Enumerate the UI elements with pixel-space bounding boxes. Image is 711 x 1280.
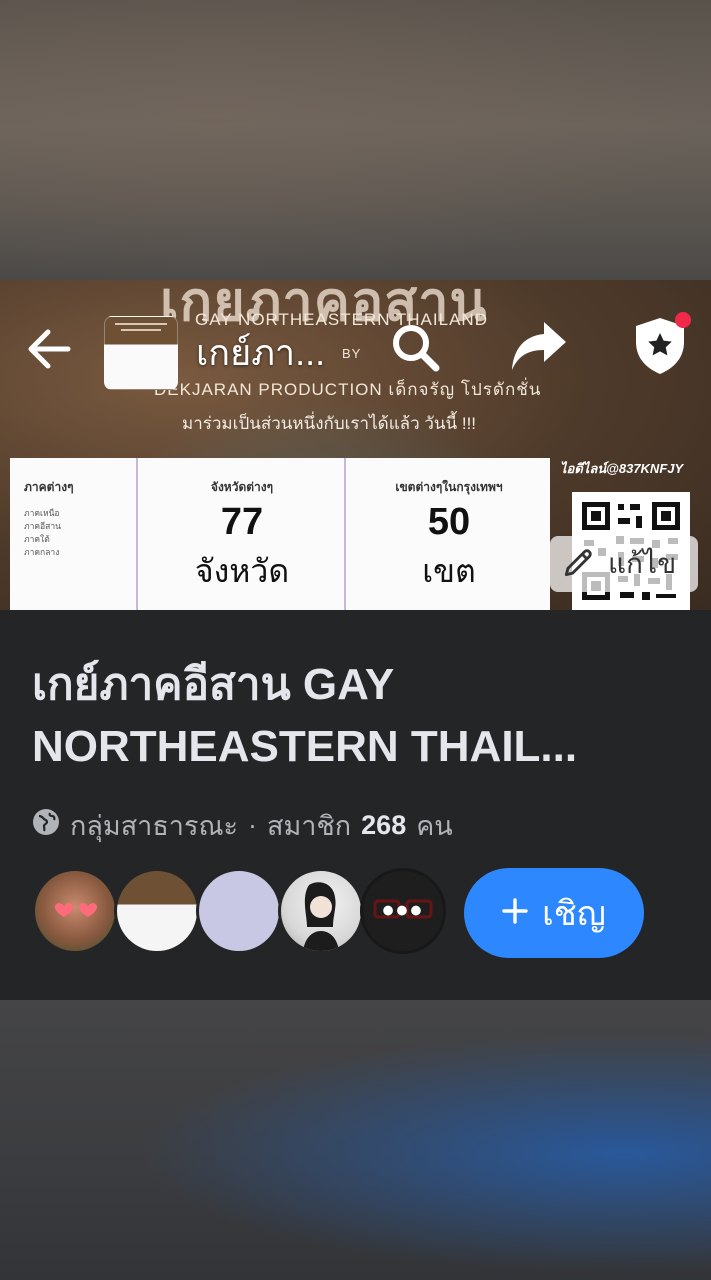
group-meta: กลุ่มสาธารณะ · สมาชิก 268 คน [32, 804, 453, 847]
avatar[interactable] [278, 868, 364, 954]
privacy-label: กลุ่มสาธารณะ [70, 811, 239, 841]
regions-list: ภาคเหนือ ภาคอีสาน ภาคใต้ ภาคกลาง [24, 507, 136, 559]
members-label[interactable]: สมาชิก [267, 804, 351, 847]
separator-dot: · [248, 810, 258, 840]
avatar[interactable] [114, 868, 200, 954]
cover-info-bar: ภาคต่างๆ ภาคเหนือ ภาคอีสาน ภาคใต้ ภาคกลา… [10, 458, 550, 610]
districts-column: เขตต่างๆในกรุงเทพฯ 50 เขต [344, 458, 552, 610]
member-avatars-row: ••• เชิญ [32, 868, 672, 958]
more-members-button[interactable]: ••• [360, 868, 446, 954]
group-info-panel: เกย์ภาคอีสาน GAY NORTHEASTERN THAIL... ก… [0, 610, 711, 1000]
districts-number: 50 [427, 501, 471, 543]
group-thumbnail[interactable] [104, 316, 178, 390]
invite-label: เชิญ [542, 895, 606, 933]
top-navigation-bar: เกย์ภา... [0, 280, 711, 410]
group-name: เกย์ภาคอีสาน GAY NORTHEASTERN THAIL... [32, 660, 578, 771]
provinces-unit: จังหวัด [194, 553, 290, 589]
provinces-column: จังหวัดต่างๆ 77 จังหวัด [136, 458, 346, 610]
share-icon [512, 322, 566, 370]
regions-column: ภาคต่างๆ ภาคเหนือ ภาคอีสาน ภาคใต้ ภาคกลา… [10, 458, 136, 610]
cover-tagline: มาร่วมเป็นส่วนหนึ่งกับเราได้แล้ว วันนี้ … [182, 414, 477, 433]
members-unit: คน [416, 811, 453, 841]
avatar[interactable] [196, 868, 282, 954]
search-button[interactable] [388, 320, 444, 376]
thumbnail-detail [121, 329, 161, 331]
thumbnail-detail [115, 323, 167, 325]
districts-unit: เขต [422, 553, 476, 589]
edit-cover-label: แก้ไข [608, 548, 677, 579]
edit-cover-button[interactable]: แก้ไข [550, 536, 698, 592]
plus-icon [502, 894, 528, 933]
invite-button[interactable]: เชิญ [464, 868, 644, 958]
region-item: ภาคใต้ [24, 534, 50, 544]
pencil-icon [560, 543, 598, 586]
globe-icon [32, 808, 60, 843]
regions-title: ภาคต่างๆ [24, 480, 74, 494]
arrow-left-icon [28, 329, 71, 369]
search-icon [393, 325, 440, 372]
region-item: ภาคอีสาน [24, 521, 61, 531]
provinces-title: จังหวัดต่างๆ [210, 480, 274, 494]
blurred-background-top [0, 0, 711, 280]
avatar[interactable] [32, 868, 118, 954]
notification-dot [675, 312, 691, 328]
member-count[interactable]: 268 [361, 810, 406, 841]
region-item: ภาคเหนือ [24, 508, 60, 518]
region-item: ภาคกลาง [24, 547, 60, 557]
share-button[interactable] [508, 316, 570, 378]
line-id-text: ไอดีไลน์@837KNFJY [560, 461, 684, 476]
back-button[interactable] [22, 322, 76, 376]
provinces-number: 77 [220, 501, 264, 543]
blurred-background-bottom [0, 1000, 711, 1280]
header-title[interactable]: เกย์ภา... [196, 324, 325, 381]
districts-title: เขตต่างๆในกรุงเทพฯ [395, 480, 503, 494]
